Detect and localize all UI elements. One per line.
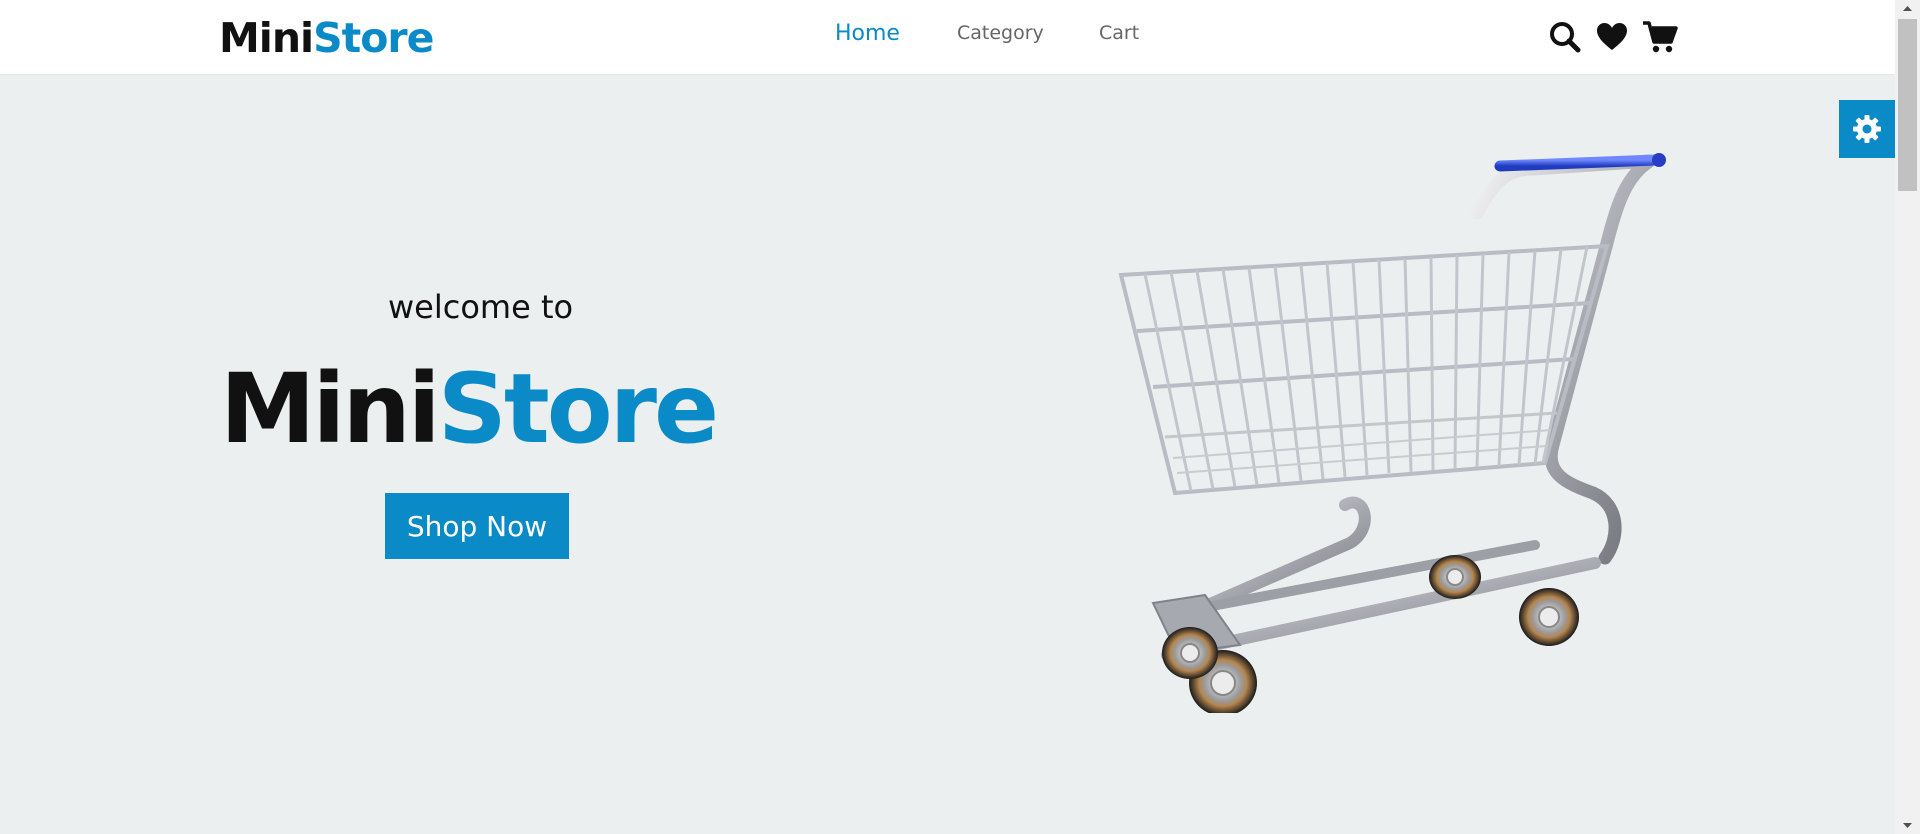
shop-now-button[interactable]: Shop Now bbox=[385, 493, 569, 559]
page: MiniStore Home Category Cart welcome to … bbox=[0, 0, 1920, 834]
settings-button[interactable] bbox=[1839, 100, 1895, 158]
site-logo[interactable]: MiniStore bbox=[219, 9, 434, 67]
scroll-thumb[interactable] bbox=[1898, 19, 1917, 191]
nav-home-link[interactable]: Home bbox=[835, 21, 900, 46]
search-icon[interactable] bbox=[1548, 20, 1582, 54]
shopping-cart-illustration bbox=[1118, 153, 1666, 713]
site-header: MiniStore Home Category Cart bbox=[0, 0, 1895, 75]
page-scrollbar[interactable] bbox=[1895, 0, 1920, 834]
hero-section: welcome to MiniStore Shop Now bbox=[0, 75, 1895, 834]
nav-category-link[interactable]: Category bbox=[957, 22, 1044, 44]
hero-welcome-text: welcome to bbox=[388, 288, 574, 326]
scroll-down-arrow[interactable] bbox=[1895, 817, 1920, 834]
nav-cart-link[interactable]: Cart bbox=[1099, 22, 1139, 44]
hero-title-accent: Store bbox=[437, 353, 719, 465]
cart-icon[interactable] bbox=[1642, 20, 1678, 54]
logo-text-dark: Mini bbox=[219, 14, 314, 62]
hero-title: MiniStore bbox=[220, 344, 719, 474]
scroll-up-arrow[interactable] bbox=[1895, 0, 1920, 17]
gear-icon bbox=[1853, 115, 1881, 143]
heart-icon[interactable] bbox=[1595, 20, 1629, 54]
hero-title-dark: Mini bbox=[220, 353, 441, 465]
logo-text-accent: Store bbox=[313, 14, 434, 62]
